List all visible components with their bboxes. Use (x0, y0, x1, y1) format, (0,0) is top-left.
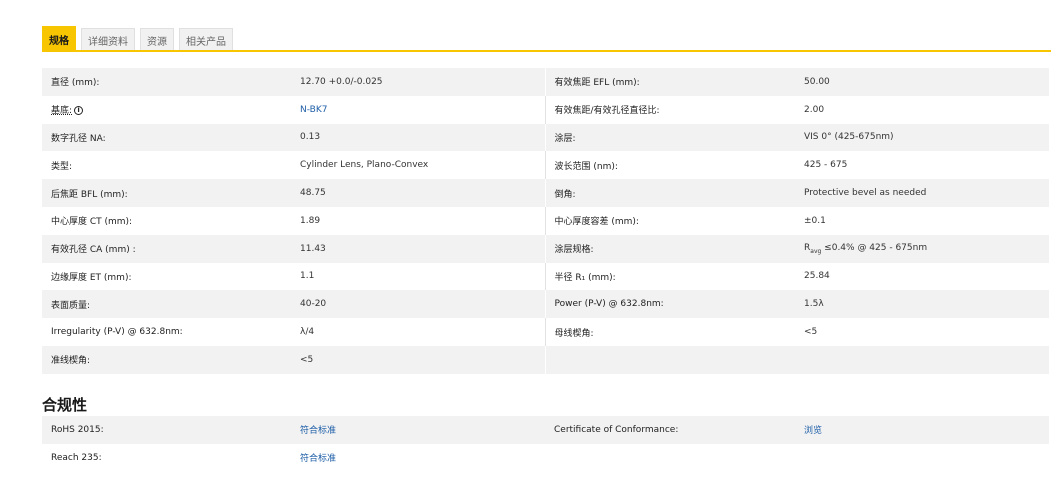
spec-value: ±0.1 (795, 206, 1049, 235)
tab-related-products[interactable]: 相关产品 (179, 28, 233, 51)
spec-value: Cylinder Lens, Plano-Convex (291, 151, 545, 180)
substrate-link[interactable]: N-BK7 (291, 95, 545, 124)
tab-details[interactable]: 详细资料 (81, 28, 135, 51)
spec-label: 中心厚度容差 (mm): (544, 206, 795, 235)
coating-spec-text: ≤0.4% @ 425 - 675nm (821, 242, 928, 253)
specs-table: 直径 (mm): 12.70 +0.0/-0.025 有效焦距 EFL (mm)… (42, 68, 1049, 374)
spec-value: 40-20 (291, 290, 545, 319)
spec-value (795, 345, 1049, 374)
tab-specifications[interactable]: 规格 (42, 26, 76, 51)
substrate-label[interactable]: 基底: (51, 106, 72, 116)
spec-value: 50.00 (795, 68, 1049, 96)
spec-value: Protective bevel as needed (795, 179, 1049, 207)
spec-label: Power (P-V) @ 632.8nm: (544, 290, 795, 319)
spec-label: 类型: (42, 151, 291, 180)
tab-bar: 规格 详细资料 资源 相关产品 (42, 26, 238, 51)
compliance-table: RoHS 2015: 符合标准 Certificate of Conforman… (42, 416, 1049, 472)
spec-label: 母线楔角: (544, 318, 795, 346)
spec-label: 数字孔径 NA: (42, 123, 291, 152)
spec-value: <5 (291, 345, 545, 374)
compliance-label: Certificate of Conformance: (545, 416, 795, 444)
spec-row: 表面质量: 40-20 Power (P-V) @ 632.8nm: 1.5λ (42, 290, 1049, 319)
spec-label: 直径 (mm): (42, 68, 291, 96)
info-icon[interactable]: i (74, 106, 84, 116)
spec-row: 中心厚度 CT (mm): 1.89 中心厚度容差 (mm): ±0.1 (42, 206, 1049, 235)
tab-resources[interactable]: 资源 (140, 28, 174, 51)
spec-value: <5 (795, 318, 1049, 346)
compliance-title: 合规性 (42, 396, 88, 414)
spec-value: λ/4 (291, 318, 545, 346)
spec-label (544, 345, 795, 374)
spec-value: 2.00 (795, 95, 1049, 124)
spec-value: 1.1 (291, 262, 545, 291)
spec-label-substrate[interactable]: 基底: i (42, 95, 291, 124)
spec-label: 中心厚度 CT (mm): (42, 206, 291, 235)
spec-label: Irregularity (P-V) @ 632.8nm: (42, 318, 291, 346)
spec-label: 有效孔径 CA (mm) : (42, 234, 291, 263)
spec-row: 类型: Cylinder Lens, Plano-Convex 波长范围 (nm… (42, 151, 1049, 180)
spec-label: 后焦距 BFL (mm): (42, 179, 291, 207)
spec-label: 倒角: (544, 179, 795, 207)
spec-row: 有效孔径 CA (mm) : 11.43 涂层规格: Ravg ≤0.4% @ … (42, 234, 1049, 263)
spec-value: 1.89 (291, 206, 545, 235)
spec-label: 有效焦距/有效孔径直径比: (544, 95, 795, 124)
spec-row: Irregularity (P-V) @ 632.8nm: λ/4 母线楔角: … (42, 318, 1049, 346)
compliance-label: Reach 235: (42, 443, 291, 472)
spec-value: 12.70 +0.0/-0.025 (291, 68, 545, 96)
spec-row: 后焦距 BFL (mm): 48.75 倒角: Protective bevel… (42, 179, 1049, 207)
spec-label: 准线楔角: (42, 345, 291, 374)
spec-label: 波长范围 (nm): (544, 151, 795, 180)
spec-row: 数字孔径 NA: 0.13 涂层: VIS 0° (425-675nm) (42, 123, 1049, 152)
spec-value: 11.43 (291, 234, 545, 263)
compliance-label: RoHS 2015: (42, 416, 291, 444)
spec-label: 边缘厚度 ET (mm): (42, 262, 291, 291)
compliance-row: RoHS 2015: 符合标准 Certificate of Conforman… (42, 416, 1049, 444)
spec-value-coating-spec: Ravg ≤0.4% @ 425 - 675nm (795, 234, 1049, 263)
reach-compliant-link[interactable]: 符合标准 (291, 443, 545, 472)
spec-label: 表面质量: (42, 290, 291, 319)
spec-value: 0.13 (291, 123, 545, 152)
spec-row: 准线楔角: <5 (42, 345, 1049, 374)
compliance-row: Reach 235: 符合标准 (42, 443, 1049, 472)
spec-value: 1.5λ (795, 290, 1049, 319)
spec-row: 基底: i N-BK7 有效焦距/有效孔径直径比: 2.00 (42, 95, 1049, 124)
spec-value: VIS 0° (425-675nm) (795, 123, 1049, 152)
spec-value: 25.84 (795, 262, 1049, 291)
tab-underline (42, 50, 1051, 52)
spec-row: 直径 (mm): 12.70 +0.0/-0.025 有效焦距 EFL (mm)… (42, 68, 1049, 96)
compliance-value (795, 443, 1049, 472)
spec-label: 涂层规格: (544, 234, 795, 263)
certificate-view-link[interactable]: 浏览 (795, 416, 1049, 444)
spec-value: 48.75 (291, 179, 545, 207)
spec-label: 有效焦距 EFL (mm): (544, 68, 795, 96)
spec-label: 涂层: (544, 123, 795, 152)
spec-label: 半径 R₁ (mm): (544, 262, 795, 291)
compliance-label (545, 443, 795, 472)
spec-value: 425 - 675 (795, 151, 1049, 180)
r-subscript: avg (810, 247, 822, 255)
spec-row: 边缘厚度 ET (mm): 1.1 半径 R₁ (mm): 25.84 (42, 262, 1049, 291)
rohs-compliant-link[interactable]: 符合标准 (291, 416, 545, 444)
